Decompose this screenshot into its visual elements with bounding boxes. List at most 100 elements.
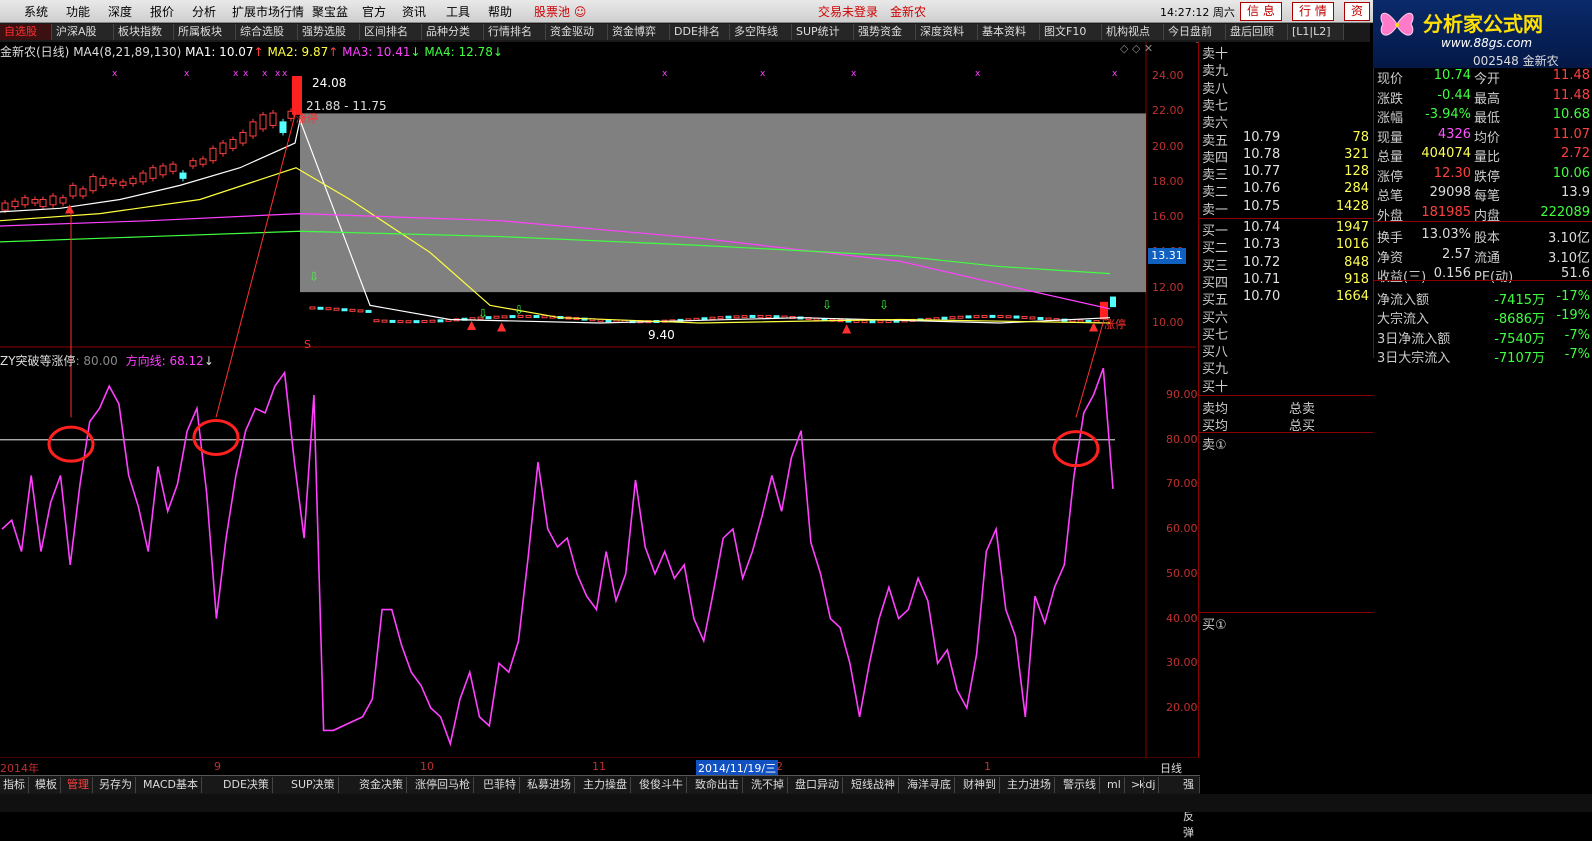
orderbook-row[interactable]: 买九 bbox=[1199, 358, 1373, 377]
orderbook-row[interactable]: 买八 bbox=[1199, 341, 1373, 360]
quote-row[interactable]: 净流入额 -7415万 -17% bbox=[1374, 289, 1592, 308]
quote-row[interactable]: 净资 2.57 流通 3.10亿 bbox=[1374, 247, 1592, 266]
chart-area[interactable]: x x x x x x x x x x x x ▲ ▲ ▲ ▲ ▲ ⇩ ⇩ ⇩ ⇩ ⇩ 金新农(日线) MA4(8,21,… bbox=[0, 42, 1198, 758]
orderbook-row[interactable]: 买六 bbox=[1199, 307, 1373, 326]
market-tab[interactable]: 区间排名 bbox=[360, 24, 422, 40]
orderbook-row[interactable]: 卖五 10.79 78 bbox=[1199, 130, 1373, 149]
orderbook-row[interactable]: 买一 10.74 1947 bbox=[1199, 220, 1373, 239]
quote-row[interactable]: 3日净流入额 -7540万 -7% bbox=[1374, 328, 1592, 347]
orderbook-row[interactable]: 卖一 10.75 1428 bbox=[1199, 199, 1373, 218]
market-tab[interactable]: SUP统计 bbox=[792, 24, 854, 40]
formula-tab[interactable]: 主力操盘 bbox=[580, 777, 631, 793]
formula-tab[interactable]: 警示线 bbox=[1060, 777, 1100, 793]
info-button[interactable]: 信 息 bbox=[1240, 2, 1282, 21]
formula-tab[interactable]: 另存为 bbox=[96, 777, 136, 793]
menu-analysis[interactable]: 分析 bbox=[192, 3, 216, 20]
market-tab[interactable]: 品种分类 bbox=[422, 24, 484, 40]
market-tab[interactable]: 多空阵线 bbox=[730, 24, 792, 40]
quote-row[interactable]: 大宗流入 -8686万 -19% bbox=[1374, 308, 1592, 327]
orderbook-row[interactable]: 卖九 bbox=[1199, 60, 1373, 79]
menu-quote[interactable]: 报价 bbox=[150, 3, 174, 20]
formula-tab[interactable]: 俊俊斗牛 bbox=[636, 777, 687, 793]
market-tab[interactable]: 深度资料 bbox=[916, 24, 978, 40]
formula-tab[interactable]: 财神到 bbox=[960, 777, 1000, 793]
menu-function[interactable]: 功能 bbox=[66, 3, 90, 20]
quote-row[interactable]: 总笔 29098 每笔 13.9 bbox=[1374, 185, 1592, 204]
formula-tab[interactable]: 私募进场 bbox=[524, 777, 575, 793]
market-tab[interactable]: 板块指数 bbox=[114, 24, 174, 40]
market-tab[interactable]: 自选股 bbox=[0, 24, 52, 40]
market-button[interactable]: 行 情 bbox=[1292, 2, 1334, 21]
menu-official[interactable]: 官方 bbox=[362, 3, 386, 20]
quote-row[interactable]: 总量 404074 量比 2.72 bbox=[1374, 146, 1592, 165]
chart-window-controls[interactable]: ◇ ◇ ✕ bbox=[1120, 42, 1153, 55]
quote-row[interactable]: 涨跌 -0.44 最高 11.48 bbox=[1374, 88, 1592, 107]
orderbook-row[interactable]: 买七 bbox=[1199, 324, 1373, 343]
orderbook-row[interactable]: 买五 10.70 1664 bbox=[1199, 289, 1373, 308]
formula-tab[interactable]: 指标 bbox=[0, 777, 29, 793]
orderbook-row[interactable]: 卖七 bbox=[1199, 95, 1373, 114]
quote-row[interactable]: 涨停 12.30 跌停 10.06 bbox=[1374, 166, 1592, 185]
quote-row[interactable]: 现价 10.74 今开 11.48 bbox=[1374, 68, 1592, 87]
market-tab[interactable]: 所属板块 bbox=[174, 24, 236, 40]
orderbook-row[interactable]: 卖八 bbox=[1199, 78, 1373, 97]
formula-tab[interactable]: 海洋寻底 bbox=[904, 777, 955, 793]
formula-tab[interactable]: ml bbox=[1104, 777, 1125, 793]
login-status[interactable]: 交易未登录 bbox=[818, 3, 878, 20]
quote-row[interactable]: 换手 13.03% 股本 3.10亿 bbox=[1374, 227, 1592, 246]
formula-tab[interactable]: 短线战神 bbox=[848, 777, 899, 793]
more-button[interactable]: 资 bbox=[1344, 2, 1371, 21]
formula-tab[interactable]: 盘口异动 bbox=[792, 777, 843, 793]
menu-tools[interactable]: 工具 bbox=[446, 3, 470, 20]
menu-depth[interactable]: 深度 bbox=[108, 3, 132, 20]
quote-row[interactable]: 3日大宗流入 -7107万 -7% bbox=[1374, 347, 1592, 366]
stock-pool-button[interactable]: 股票池 ☺ bbox=[534, 3, 586, 20]
orderbook-row[interactable]: 买三 10.72 848 bbox=[1199, 255, 1373, 274]
market-tab[interactable]: 行情排名 bbox=[484, 24, 546, 40]
orderbook-row[interactable]: 卖六 bbox=[1199, 112, 1373, 131]
orderbook-row[interactable]: 卖二 10.76 284 bbox=[1199, 181, 1373, 200]
orderbook-row[interactable]: 卖十 bbox=[1199, 43, 1373, 62]
formula-tab[interactable]: 主力进场 bbox=[1004, 777, 1055, 793]
market-tab[interactable]: 图文F10 bbox=[1040, 24, 1102, 40]
market-tab[interactable]: 强势资金 bbox=[854, 24, 916, 40]
formula-tab[interactable]: 强势反弹 bbox=[1180, 777, 1200, 839]
formula-tab[interactable]: SUP决策 bbox=[288, 777, 339, 793]
chart-canvas[interactable]: x x x x x x x x x x x x▲▲ ▲ ▲ ▲⇩⇩ ⇩ ⇩ ⇩ bbox=[0, 42, 1196, 758]
market-tab[interactable]: 机构视点 bbox=[1102, 24, 1164, 40]
formula-tab[interactable]: DDE决策 bbox=[220, 777, 273, 793]
orderbook-row[interactable]: 卖四 10.78 321 bbox=[1199, 147, 1373, 166]
menu-jubaopen[interactable]: 聚宝盆 bbox=[312, 3, 348, 20]
formula-tab[interactable]: 资金决策 bbox=[356, 777, 407, 793]
menu-system[interactable]: 系统 bbox=[24, 3, 48, 20]
menu-news[interactable]: 资讯 bbox=[402, 3, 426, 20]
quote-row[interactable]: 现量 4326 均价 11.07 bbox=[1374, 127, 1592, 146]
menu-extended-market[interactable]: 扩展市场行情 bbox=[232, 3, 304, 20]
tab-scroll-right-button[interactable]: > bbox=[1128, 777, 1145, 793]
market-tab[interactable]: 沪深A股 bbox=[52, 24, 114, 40]
market-tab[interactable]: 强势选股 bbox=[298, 24, 360, 40]
market-tab[interactable]: 资金博弈 bbox=[608, 24, 670, 40]
orderbook-row[interactable]: 卖三 10.77 128 bbox=[1199, 164, 1373, 183]
market-tab[interactable]: 综合选股 bbox=[236, 24, 298, 40]
quote-row[interactable]: 涨幅 -3.94% 最低 10.68 bbox=[1374, 107, 1592, 126]
orderbook-row[interactable]: 买十 bbox=[1199, 376, 1373, 395]
formula-tab[interactable]: 涨停回马枪 bbox=[412, 777, 474, 793]
orderbook-row[interactable]: 买四 10.71 918 bbox=[1199, 272, 1373, 291]
market-tab[interactable]: [L1|L2] bbox=[1288, 24, 1344, 40]
market-tab[interactable]: 资金驱动 bbox=[546, 24, 608, 40]
formula-tab[interactable]: MACD基本 bbox=[140, 777, 202, 793]
menu-help[interactable]: 帮助 bbox=[488, 3, 512, 20]
formula-tab[interactable]: 管理 bbox=[64, 777, 93, 793]
formula-tab[interactable]: 模板 bbox=[32, 777, 61, 793]
quote-row[interactable]: 收益(三) 0.156 PE(动) 51.6 bbox=[1374, 266, 1592, 285]
formula-tab[interactable]: 巴菲特 bbox=[480, 777, 520, 793]
market-tab[interactable]: 今日盘前 bbox=[1164, 24, 1226, 40]
market-tab[interactable]: 基本资料 bbox=[978, 24, 1040, 40]
market-tab[interactable]: 盘后回顾 bbox=[1226, 24, 1288, 40]
orderbook-row[interactable]: 买二 10.73 1016 bbox=[1199, 237, 1373, 256]
period-label[interactable]: 日线 bbox=[1160, 760, 1182, 776]
formula-tab[interactable]: 致命出击 bbox=[692, 777, 743, 793]
formula-tab[interactable]: 洗不掉 bbox=[748, 777, 788, 793]
market-tab[interactable]: DDE排名 bbox=[670, 24, 730, 40]
